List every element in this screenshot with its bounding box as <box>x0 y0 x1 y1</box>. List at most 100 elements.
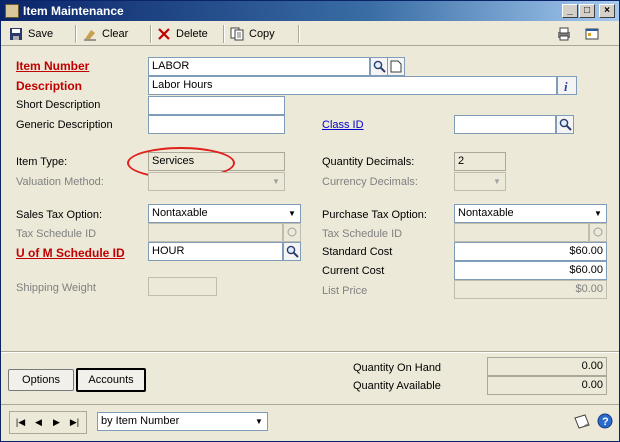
sales-tax-schedule-id-label: Tax Schedule ID <box>16 228 97 240</box>
description-label: Description <box>16 79 83 93</box>
svg-text:i: i <box>564 79 568 93</box>
print-icon <box>558 27 570 41</box>
close-button[interactable]: × <box>599 4 615 18</box>
uofm-schedule-id-field[interactable]: HOUR <box>148 242 283 261</box>
sales-tax-schedule-id-field[interactable] <box>148 223 283 242</box>
class-id-field[interactable] <box>454 115 556 134</box>
lookup-icon <box>559 118 572 131</box>
note-button[interactable] <box>573 413 591 434</box>
uofm-lookup-button[interactable] <box>283 242 301 261</box>
delete-button[interactable]: Delete <box>157 25 208 43</box>
clear-button[interactable]: Clear <box>83 25 128 43</box>
copy-label: Copy <box>249 28 275 40</box>
uofm-schedule-id-label[interactable]: U of M Schedule ID <box>16 246 125 260</box>
accounts-button[interactable]: Accounts <box>76 368 146 392</box>
window-button[interactable] <box>585 25 599 43</box>
delete-label: Delete <box>176 28 208 40</box>
shipping-weight-label: Shipping Weight <box>16 282 96 294</box>
clear-label: Clear <box>102 28 129 40</box>
app-icon <box>5 4 19 18</box>
chevron-down-icon: ▼ <box>493 177 501 186</box>
chevron-down-icon: ▼ <box>594 209 602 218</box>
generic-description-label: Generic Description <box>16 119 113 131</box>
quantity-available-label: Quantity Available <box>353 380 441 392</box>
generic-description-field[interactable] <box>148 115 285 134</box>
options-button[interactable]: Options <box>8 369 74 391</box>
help-icon: ? <box>597 413 613 429</box>
title-bar: Item Maintenance _ □ × <box>1 1 619 21</box>
item-note-button[interactable] <box>387 57 405 76</box>
first-record-button[interactable]: |◀ <box>12 414 29 431</box>
short-description-field[interactable] <box>148 96 285 115</box>
item-number-label[interactable]: Item Number <box>16 59 89 73</box>
section-divider <box>1 351 619 353</box>
toolbar-separator <box>298 25 300 43</box>
chevron-down-icon: ▼ <box>272 177 280 186</box>
list-price-label: List Price <box>322 285 368 297</box>
chevron-down-icon: ▼ <box>255 417 263 426</box>
lookup-icon <box>593 227 602 237</box>
last-record-button[interactable]: ▶| <box>66 414 83 431</box>
purchase-tax-schedule-id-label: Tax Schedule ID <box>322 228 403 240</box>
class-id-lookup-button[interactable] <box>556 115 574 134</box>
help-button[interactable]: ? <box>597 413 613 432</box>
next-record-button[interactable]: ▶ <box>48 414 65 431</box>
standard-cost-label: Standard Cost <box>322 246 393 258</box>
quantity-on-hand-field: 0.00 <box>487 357 607 376</box>
current-cost-label: Current Cost <box>322 265 385 277</box>
list-price-field[interactable]: $0.00 <box>454 280 607 299</box>
standard-cost-field[interactable]: $60.00 <box>454 242 607 261</box>
purchase-tax-option-value: Nontaxable <box>458 207 514 219</box>
sales-tax-option-select[interactable]: Nontaxable ▼ <box>148 204 301 223</box>
info-button[interactable]: i <box>557 76 577 95</box>
current-cost-field[interactable]: $60.00 <box>454 261 607 280</box>
sales-tax-lookup-button[interactable] <box>283 223 301 242</box>
info-icon: i <box>564 79 568 93</box>
class-id-label[interactable]: Class ID <box>322 119 364 131</box>
save-button[interactable]: Save <box>9 25 53 43</box>
quantity-on-hand-label: Quantity On Hand <box>353 362 442 374</box>
quantity-available-field: 0.00 <box>487 376 607 395</box>
quantity-decimals-label: Quantity Decimals: <box>322 156 415 168</box>
item-lookup-button[interactable] <box>370 57 388 76</box>
short-description-label: Short Description <box>16 99 101 111</box>
bottom-navigation-bar: |◀ ◀ ▶ ▶| by Item Number ▼ ? <box>1 404 619 441</box>
note-icon <box>390 60 402 73</box>
delete-icon <box>158 28 170 40</box>
previous-record-button[interactable]: ◀ <box>30 414 47 431</box>
sort-order-select[interactable]: by Item Number ▼ <box>97 412 268 431</box>
purchase-tax-option-select[interactable]: Nontaxable ▼ <box>454 204 607 223</box>
toolbar-separator <box>150 25 152 43</box>
shipping-weight-field[interactable] <box>148 277 217 296</box>
item-number-field[interactable]: LABOR <box>148 57 370 76</box>
note-icon <box>574 414 590 429</box>
maximize-button[interactable]: □ <box>579 4 595 18</box>
lookup-icon <box>286 245 299 258</box>
sales-tax-option-value: Nontaxable <box>152 207 208 219</box>
svg-text:?: ? <box>602 416 609 428</box>
item-type-label: Item Type: <box>16 156 68 168</box>
copy-button[interactable]: Copy <box>230 25 275 43</box>
copy-icon <box>230 27 244 41</box>
save-icon <box>10 28 22 40</box>
minimize-button[interactable]: _ <box>562 4 578 18</box>
valuation-method-field[interactable]: ▼ <box>148 172 285 191</box>
window-title: Item Maintenance <box>23 4 124 18</box>
window-icon <box>585 28 599 40</box>
valuation-method-label: Valuation Method: <box>16 176 104 188</box>
lookup-icon <box>287 227 296 237</box>
currency-decimals-label: Currency Decimals: <box>322 176 418 188</box>
description-field[interactable]: Labor Hours <box>148 76 557 95</box>
chevron-down-icon: ▼ <box>288 209 296 218</box>
clear-icon <box>84 30 96 41</box>
toolbar: Save Clear Delete Copy <box>1 22 619 46</box>
purchase-tax-option-label: Purchase Tax Option: <box>322 209 427 221</box>
toolbar-separator <box>75 25 77 43</box>
currency-decimals-field[interactable]: ▼ <box>454 172 506 191</box>
print-button[interactable] <box>557 25 571 43</box>
purchase-tax-schedule-id-field[interactable] <box>454 223 589 242</box>
lookup-icon <box>373 60 386 73</box>
quantity-decimals-field[interactable]: 2 <box>454 152 506 171</box>
sales-tax-option-label: Sales Tax Option: <box>16 209 103 221</box>
purchase-tax-lookup-button[interactable] <box>589 223 607 242</box>
